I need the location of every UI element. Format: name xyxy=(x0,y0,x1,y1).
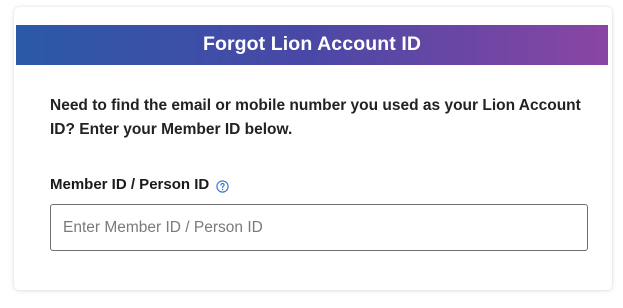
question-circle-icon[interactable] xyxy=(216,179,229,193)
member-id-label-row: Member ID / Person ID xyxy=(50,176,229,194)
page-title: Forgot Lion Account ID xyxy=(202,33,422,56)
intro-text: Need to find the email or mobile number … xyxy=(50,97,581,138)
page: Forgot Lion Account ID Need to find the … xyxy=(0,0,623,308)
member-id-label: Member ID / Person ID xyxy=(50,176,210,193)
card-header: Forgot Lion Account ID xyxy=(16,25,608,65)
member-id-input[interactable] xyxy=(50,204,588,251)
